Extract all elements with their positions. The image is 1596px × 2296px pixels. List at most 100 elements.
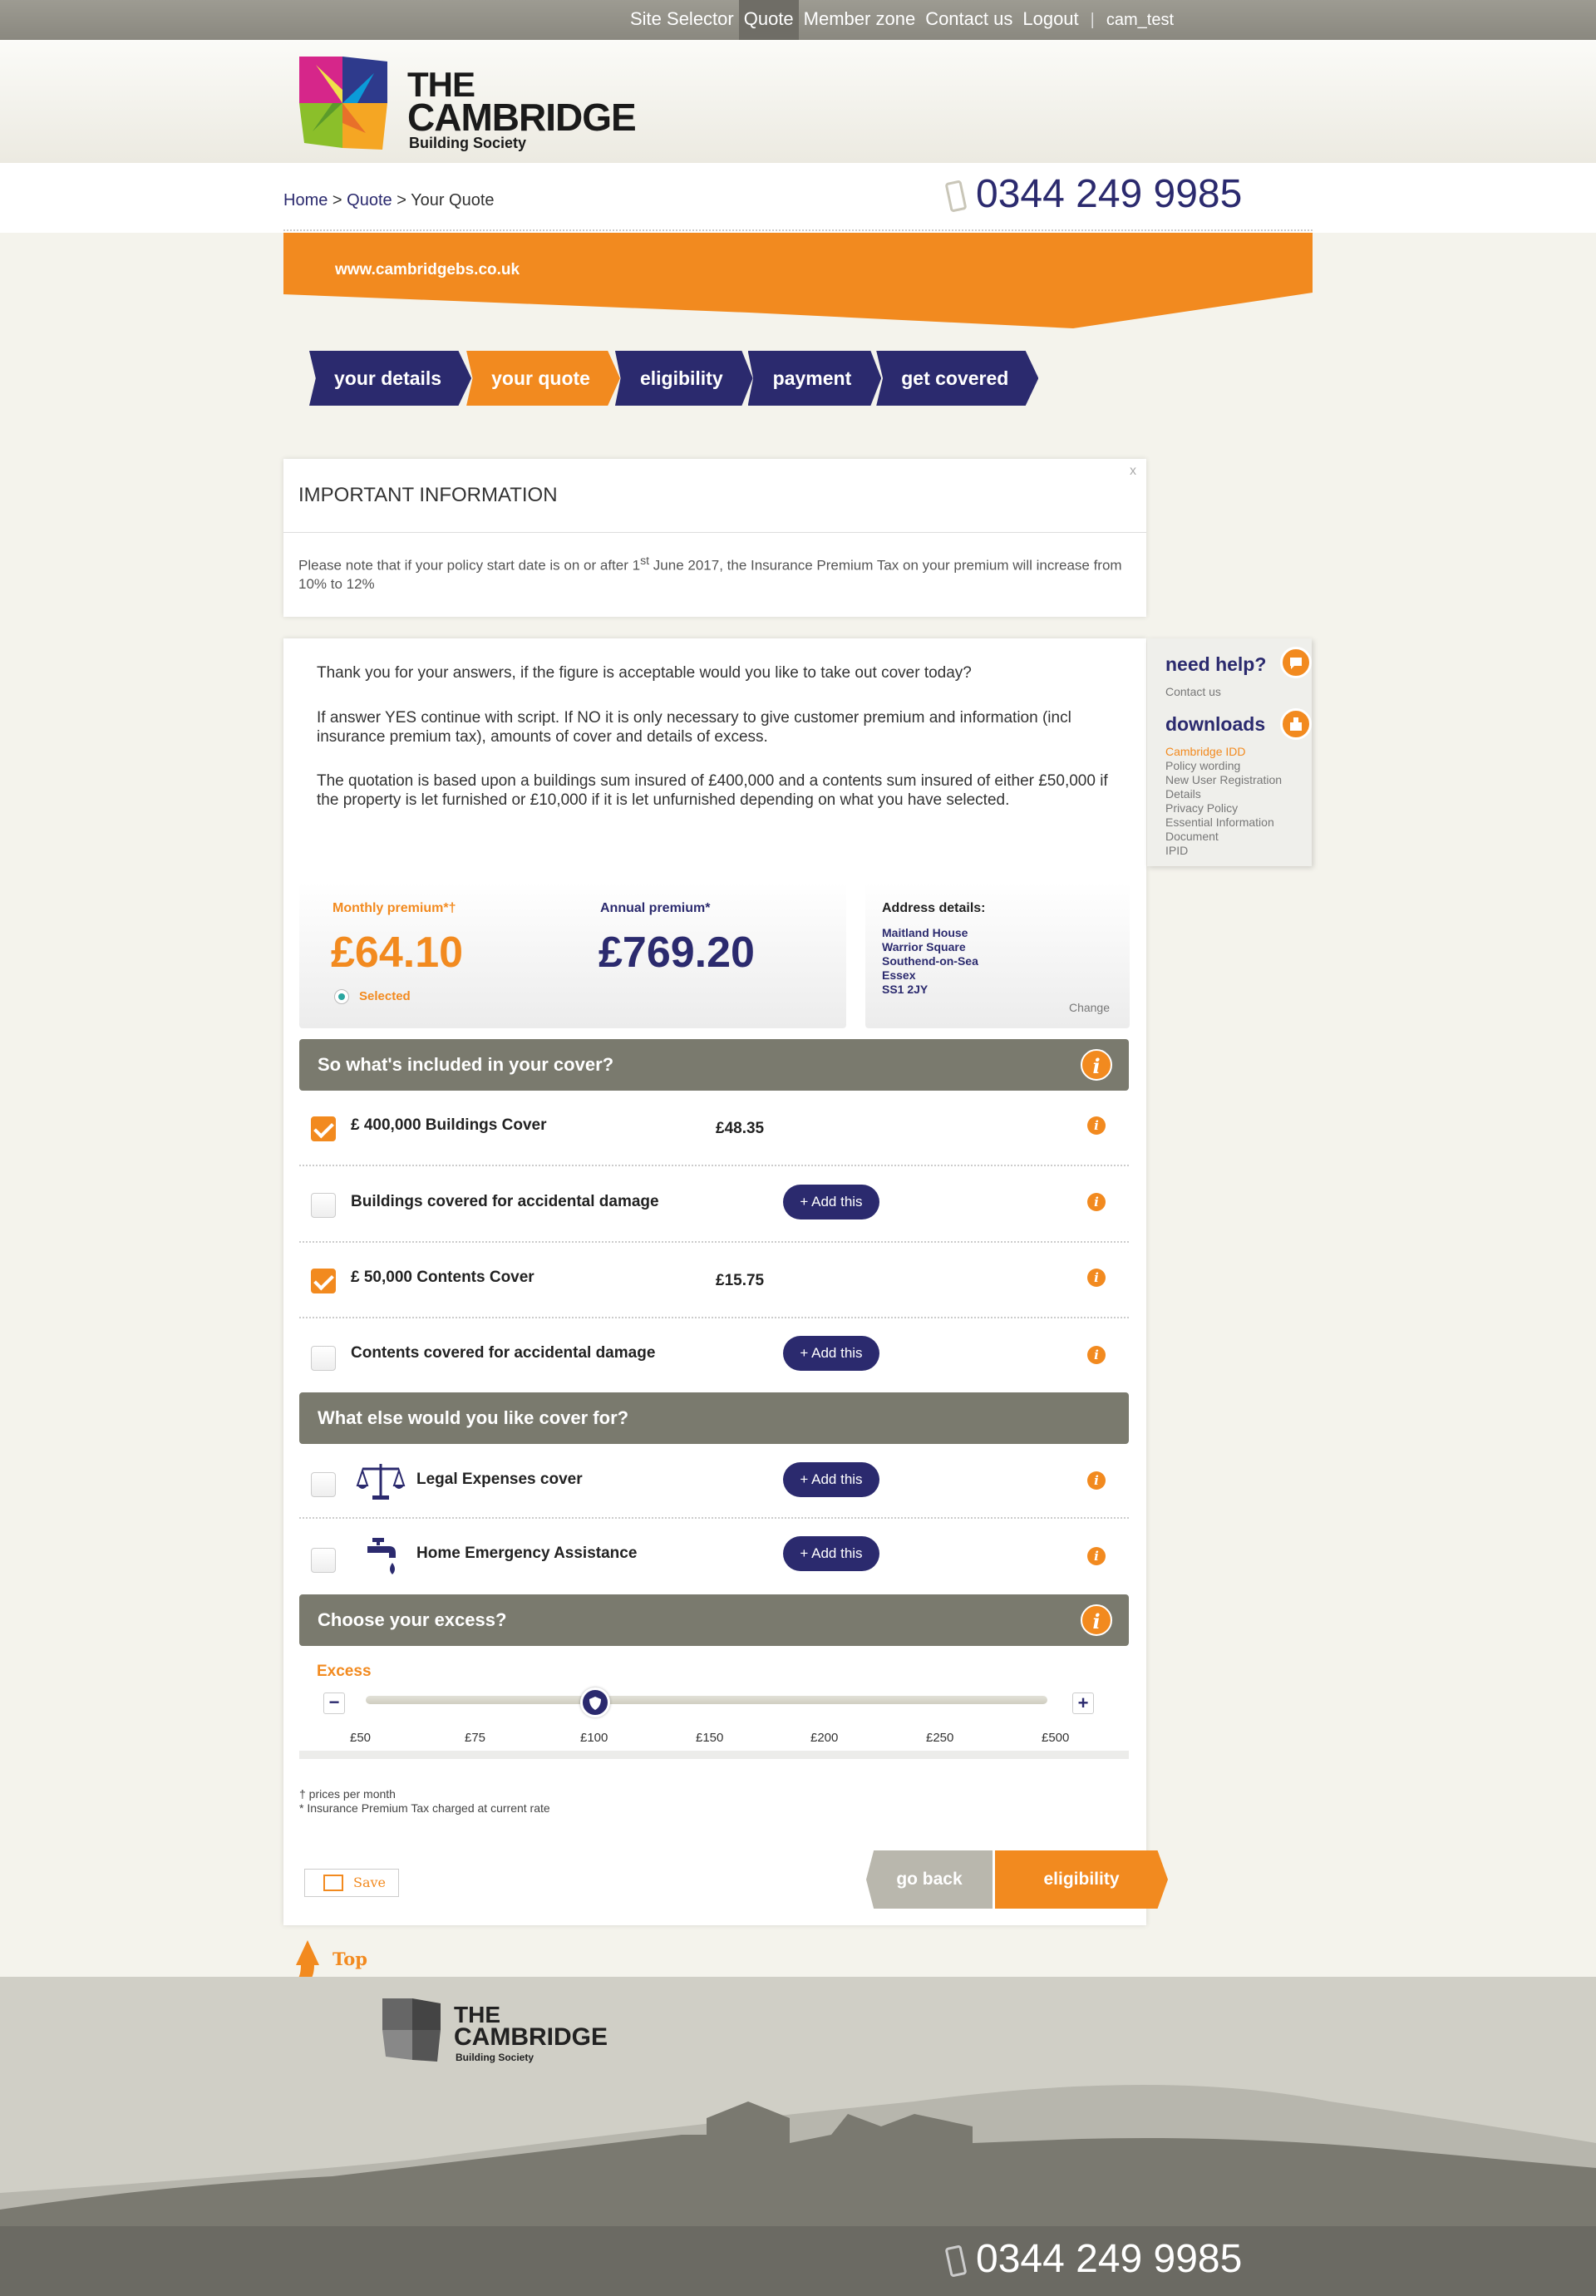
annual-premium-value: £769.20	[598, 929, 755, 977]
go-back-button[interactable]: go back	[866, 1850, 993, 1909]
orange-banner: www.cambridgebs.co.uk	[283, 233, 1313, 328]
extras-section-header: What else would you like cover for?	[299, 1392, 1129, 1444]
header	[0, 40, 1596, 163]
step-your-quote[interactable]: your quote	[466, 351, 620, 406]
info-icon[interactable]: i	[1087, 1193, 1106, 1211]
step-eligibility[interactable]: eligibility	[614, 351, 753, 406]
phone-number: 0344 249 9985	[944, 171, 1243, 217]
excess-tick[interactable]: £100	[580, 1731, 608, 1745]
footer-logo-mark-icon	[382, 1998, 441, 2062]
breadcrumb-current: Your Quote	[411, 191, 495, 209]
step-payment[interactable]: payment	[747, 351, 882, 406]
buildings-accidental-checkbox[interactable]	[311, 1193, 336, 1218]
excess-heading: Choose your excess?	[318, 1609, 507, 1630]
footnotes: † prices per month * Insurance Premium T…	[299, 1787, 550, 1816]
excess-slider-handle[interactable]	[580, 1688, 610, 1717]
phone-text: 0344 249 9985	[976, 172, 1243, 216]
save-button[interactable]: Save	[304, 1869, 399, 1897]
excess-slider-track[interactable]	[366, 1696, 1047, 1704]
nav-logout[interactable]: Logout	[1017, 0, 1083, 40]
excess-tick[interactable]: £75	[465, 1731, 485, 1745]
top-nav-links: Site Selector Quote Member zone Contact …	[625, 0, 1174, 40]
footnote: † prices per month	[299, 1787, 396, 1801]
banner-shape	[283, 233, 1313, 328]
download-link[interactable]: IPID	[1165, 844, 1282, 858]
script-paragraph: Thank you for your answers, if the figur…	[317, 664, 972, 682]
breadcrumb-home[interactable]: Home	[283, 191, 328, 209]
banner-url[interactable]: www.cambridgebs.co.uk	[335, 261, 520, 279]
important-text-sup: st	[640, 554, 650, 568]
close-icon[interactable]: x	[1130, 464, 1136, 479]
footer-phone: 0344 249 9985	[944, 2236, 1242, 2282]
address-line: Maitland House	[882, 926, 968, 939]
address-label: Address details:	[882, 901, 986, 915]
chat-icon[interactable]	[1280, 647, 1312, 678]
excess-tick[interactable]: £150	[696, 1731, 723, 1745]
info-icon[interactable]: i	[1087, 1471, 1106, 1490]
address-panel: Address details: Maitland House Warrior …	[865, 883, 1130, 1028]
download-link[interactable]: New User Registration	[1165, 773, 1282, 787]
home-emergency-checkbox[interactable]	[311, 1548, 336, 1573]
nav-member-zone[interactable]: Member zone	[799, 0, 921, 40]
excess-tick[interactable]: £200	[810, 1731, 838, 1745]
progress-steps: your details your quote eligibility paym…	[309, 351, 1039, 406]
eligibility-button[interactable]: eligibility	[995, 1850, 1168, 1909]
excess-decrease-button[interactable]: −	[323, 1692, 345, 1714]
address-lines: Maitland House Warrior Square Southend-o…	[882, 926, 978, 997]
nav-contact-us[interactable]: Contact us	[920, 0, 1017, 40]
download-link[interactable]: Essential Information	[1165, 815, 1282, 830]
change-address-link[interactable]: Change	[1069, 1001, 1110, 1014]
nav-quote[interactable]: Quote	[738, 0, 799, 40]
add-legal-expenses-button[interactable]: + Add this	[783, 1462, 879, 1497]
selected-radio[interactable]	[334, 989, 349, 1004]
cover-row-contents: £ 50,000 Contents Cover £15.75 i	[299, 1244, 1129, 1318]
checkbox-icon	[323, 1875, 343, 1891]
divider	[299, 1317, 1129, 1318]
excess-tick[interactable]: £50	[350, 1731, 371, 1745]
download-link[interactable]: Privacy Policy	[1165, 801, 1282, 815]
info-icon[interactable]: i	[1087, 1269, 1106, 1287]
add-buildings-accidental-button[interactable]: + Add this	[783, 1185, 879, 1219]
nav-separator: |	[1090, 10, 1095, 29]
extra-row-legal: Legal Expenses cover + Add this i	[299, 1444, 1129, 1519]
excess-section-header: Choose your excess?	[299, 1594, 1129, 1646]
buildings-cover-checkbox[interactable]	[311, 1116, 336, 1141]
address-line: Warrior Square	[882, 940, 966, 953]
top-link-label: Top	[332, 1949, 367, 1969]
contents-cover-checkbox[interactable]	[311, 1269, 336, 1293]
footer-logo[interactable]: THE CAMBRIDGE Building Society	[382, 1998, 615, 2065]
excess-tick[interactable]: £500	[1042, 1731, 1069, 1745]
cambridge-logo[interactable]: THE CAMBRIDGE Building Society	[299, 57, 637, 155]
info-icon[interactable]: i	[1081, 1049, 1112, 1081]
phone-icon	[944, 2244, 968, 2278]
download-icon[interactable]	[1280, 708, 1312, 740]
nav-site-selector[interactable]: Site Selector	[625, 0, 739, 40]
info-icon[interactable]: i	[1087, 1116, 1106, 1135]
top-navigation: Site Selector Quote Member zone Contact …	[0, 0, 1596, 40]
info-icon[interactable]: i	[1087, 1547, 1106, 1565]
divider	[299, 1517, 1129, 1519]
download-link[interactable]: Cambridge IDD	[1165, 745, 1282, 759]
excess-increase-button[interactable]: +	[1072, 1692, 1094, 1714]
breadcrumb-sep: >	[328, 191, 347, 209]
contents-accidental-checkbox[interactable]	[311, 1346, 336, 1371]
legal-expenses-checkbox[interactable]	[311, 1472, 336, 1497]
download-link[interactable]: Policy wording	[1165, 759, 1282, 773]
info-icon[interactable]: i	[1087, 1346, 1106, 1364]
breadcrumb-sep: >	[392, 191, 411, 209]
download-link[interactable]: Document	[1165, 830, 1282, 844]
step-get-covered[interactable]: get covered	[876, 351, 1039, 406]
divider	[283, 229, 1313, 231]
logo-text-building-society: Building Society	[409, 135, 527, 151]
footer-logo-building-society: Building Society	[456, 2052, 534, 2063]
downloads-list: Cambridge IDD Policy wording New User Re…	[1165, 745, 1282, 858]
step-your-details[interactable]: your details	[309, 351, 472, 406]
add-home-emergency-button[interactable]: + Add this	[783, 1536, 879, 1571]
info-icon[interactable]: i	[1081, 1604, 1112, 1636]
download-link[interactable]: Details	[1165, 787, 1282, 801]
excess-tick[interactable]: £250	[926, 1731, 953, 1745]
contact-us-link[interactable]: Contact us	[1165, 685, 1221, 699]
add-contents-accidental-button[interactable]: + Add this	[783, 1336, 879, 1371]
monthly-premium-value: £64.10	[331, 929, 464, 977]
breadcrumb-quote[interactable]: Quote	[347, 191, 392, 209]
